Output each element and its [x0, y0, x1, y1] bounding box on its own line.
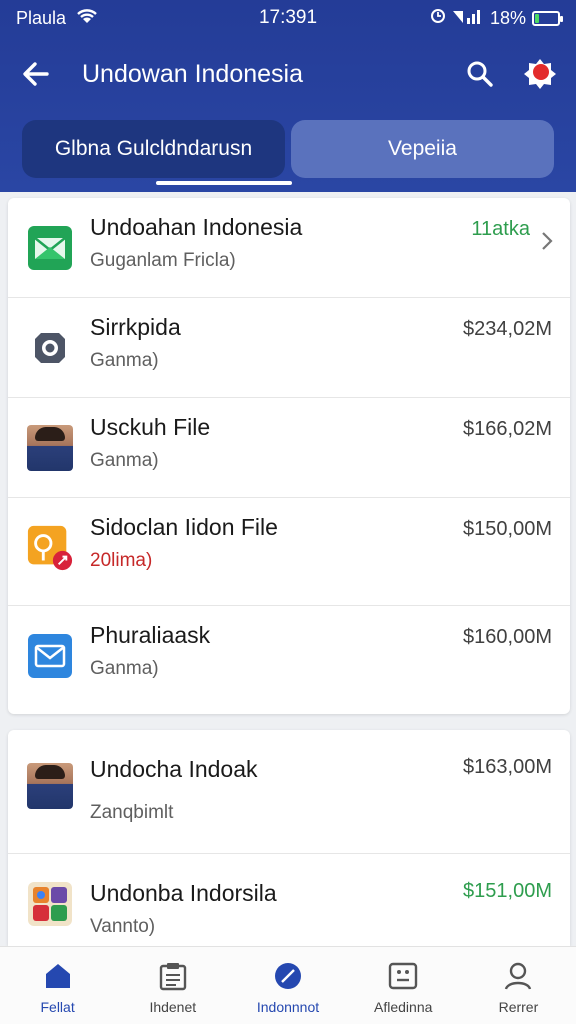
- list-item-amount: $163,00M: [463, 756, 552, 778]
- nav-item-home[interactable]: Fellat: [0, 947, 115, 1024]
- list-item[interactable]: Phuraliaask Ganma) $160,00M: [8, 606, 570, 714]
- secondary-list-card: Undocha Indoak Zanqbimlt $163,00M Undonb…: [8, 730, 570, 946]
- list-item-title: Sirrkpida: [90, 314, 181, 340]
- clock: 17:391: [258, 7, 318, 28]
- compass-icon: [271, 959, 305, 993]
- tab-secondary-label: Vepeiia: [388, 137, 457, 160]
- nav-item-grid[interactable]: Afledinna: [346, 947, 461, 1024]
- camera-icon: [26, 324, 74, 372]
- list-item-amount: 11atka: [471, 218, 530, 240]
- tab-primary[interactable]: Glbna Gulcldndarusn: [22, 120, 285, 178]
- avatar: [26, 762, 74, 810]
- back-arrow-icon[interactable]: [16, 54, 56, 94]
- list-item-title: Sidoclan Iidon File: [90, 514, 278, 540]
- document-icon: [156, 959, 190, 993]
- list-item-amount: $234,02M: [463, 318, 552, 340]
- list-item-title: Phuraliaask: [90, 622, 211, 648]
- nav-item-profile[interactable]: Rerrer: [461, 947, 576, 1024]
- signal-icon: [452, 8, 484, 29]
- status-bar: Plaula 17:391 18%: [0, 0, 576, 36]
- list-item-title: Undocha Indoak: [90, 756, 258, 782]
- green-envelope-icon: [26, 224, 74, 272]
- list-item-subtitle: Zanqbimlt: [90, 802, 174, 823]
- list-item-subtitle: Guganlam Fricla): [90, 250, 236, 271]
- orange-app-icon: [26, 524, 74, 572]
- notification-icon[interactable]: [520, 54, 560, 94]
- avatar: [26, 424, 74, 472]
- list-item-subtitle: Vannto): [90, 916, 156, 937]
- home-icon: [41, 959, 75, 993]
- grid-icon: [386, 959, 420, 993]
- tab-secondary[interactable]: Vepeiia: [291, 120, 554, 178]
- list-item-subtitle: 20lima): [90, 550, 153, 571]
- alarm-icon: [430, 8, 446, 29]
- list-item-amount: $151,00M: [463, 880, 552, 902]
- list-item-amount: $150,00M: [463, 518, 552, 540]
- tab-primary-label: Glbna Gulcldndarusn: [54, 137, 253, 160]
- wifi-icon: [76, 8, 98, 29]
- list-item-subtitle: Ganma): [90, 350, 159, 371]
- search-icon[interactable]: [460, 54, 500, 94]
- person-icon: [501, 959, 535, 993]
- chevron-right-icon: [540, 230, 554, 258]
- battery-percent: 18%: [489, 7, 526, 28]
- list-item-subtitle: Ganma): [90, 450, 159, 471]
- list-item[interactable]: Undonba Indorsila Vannto) $151,00M: [8, 854, 570, 946]
- list-item-title: Usckuh File: [90, 414, 211, 440]
- bottom-navigation: Fellat Ihdenet Indonnnot Afledinna Rerre…: [0, 946, 576, 1024]
- nav-label: Indonnnot: [256, 999, 320, 1015]
- nav-label: Ihdenet: [149, 999, 197, 1015]
- nav-item-explore[interactable]: Indonnnot: [230, 947, 345, 1024]
- list-item-amount: $166,02M: [463, 418, 552, 440]
- list-item-subtitle: Ganma): [90, 658, 159, 679]
- carrier-label: Plaula: [16, 7, 67, 28]
- nav-label: Afledinna: [374, 999, 433, 1015]
- nav-item-documents[interactable]: Ihdenet: [115, 947, 230, 1024]
- list-item[interactable]: Sirrkpida Ganma) $234,02M: [8, 298, 570, 398]
- tab-indicator: [156, 181, 292, 185]
- app-header: Plaula 17:391 18% Undowan Indonesia Glbn…: [0, 0, 576, 192]
- list-item[interactable]: Undocha Indoak Zanqbimlt $163,00M: [8, 730, 570, 854]
- list-item-title: Undonba Indorsila: [90, 880, 277, 906]
- page-title: Undowan Indonesia: [82, 59, 303, 88]
- list-item[interactable]: Sidoclan Iidon File 20lima) $150,00M: [8, 498, 570, 606]
- nav-label: Fellat: [40, 999, 75, 1015]
- primary-list-card: Undoahan Indonesia Guganlam Fricla) 11at…: [8, 198, 570, 714]
- list-item[interactable]: Undoahan Indonesia Guganlam Fricla) 11at…: [8, 198, 570, 298]
- list-item[interactable]: Usckuh File Ganma) $166,02M: [8, 398, 570, 498]
- list-item-amount: $160,00M: [463, 626, 552, 648]
- colorful-app-icon: [26, 880, 74, 928]
- blue-mail-icon: [26, 632, 74, 680]
- list-item-title: Undoahan Indonesia: [90, 214, 303, 240]
- tab-bar: Glbna Gulcldndarusn Vepeiia: [22, 120, 554, 178]
- battery-icon: [532, 10, 563, 26]
- nav-label: Rerrer: [498, 999, 539, 1015]
